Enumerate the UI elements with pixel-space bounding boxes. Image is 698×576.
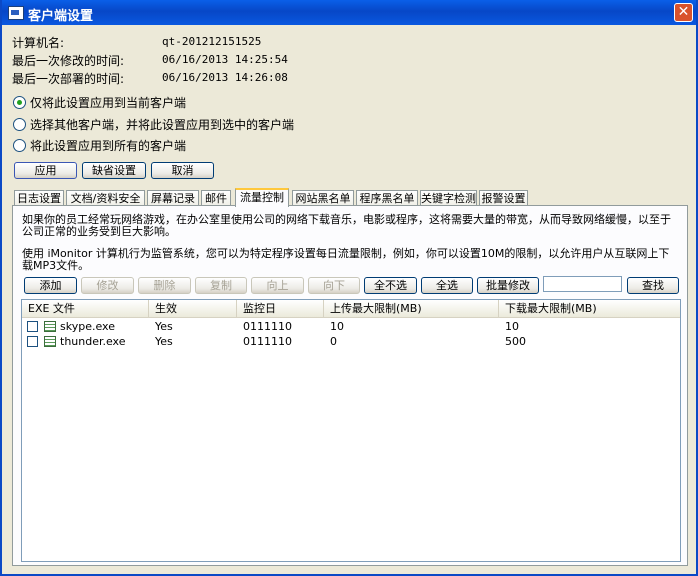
computer-name-label: 计算机名: (12, 36, 65, 50)
tab-alarm-settings[interactable]: 报警设置 (479, 190, 528, 206)
scope-option-label: 将此设置应用到所有的客户端 (30, 139, 187, 153)
radio-selected-icon[interactable] (13, 96, 26, 109)
days-cell: 0111110 (243, 335, 292, 348)
add-button[interactable]: 添加 (24, 277, 77, 294)
exe-cell: skype.exe (60, 320, 115, 333)
batch-edit-button[interactable]: 批量修改 (477, 277, 539, 294)
select-all-button[interactable]: 全选 (421, 277, 473, 294)
tab-log-settings[interactable]: 日志设置 (14, 190, 64, 206)
table-icon (44, 336, 56, 347)
cancel-button[interactable]: 取消 (151, 162, 214, 179)
move-up-button[interactable]: 向上 (251, 277, 304, 294)
download-cell: 500 (505, 335, 526, 348)
client-settings-window: 客户端设置 ✕ 计算机名: qt-201212151525 最后一次修改的时间:… (0, 0, 698, 576)
scope-option-all-clients[interactable]: 将此设置应用到所有的客户端 (13, 137, 186, 154)
default-settings-button[interactable]: 缺省设置 (82, 162, 146, 179)
days-cell: 0111110 (243, 320, 292, 333)
search-input[interactable] (543, 276, 622, 292)
tab-email[interactable]: 邮件 (201, 190, 231, 206)
column-enabled[interactable]: 生效 (149, 300, 237, 317)
row-checkbox[interactable] (27, 321, 38, 332)
tab-program-blacklist[interactable]: 程序黑名单 (356, 190, 418, 206)
table-row[interactable]: skype.exe Yes 0111110 10 10 (22, 319, 680, 334)
scope-option-label: 仅将此设置应用到当前客户端 (30, 96, 187, 110)
table-icon (44, 321, 56, 332)
column-monitor-days[interactable]: 监控日 (237, 300, 324, 317)
table-header: EXE 文件 生效 监控日 上传最大限制(MB) 下载最大限制(MB) (22, 300, 680, 318)
enabled-cell: Yes (155, 335, 173, 348)
radio-icon[interactable] (13, 118, 26, 131)
scope-option-label: 选择其他客户端，并将此设置应用到选中的客户端 (30, 118, 295, 132)
computer-name-row: 计算机名: (12, 34, 64, 51)
row-checkbox[interactable] (27, 336, 38, 347)
move-down-button[interactable]: 向下 (308, 277, 360, 294)
last-modified-value: 06/16/2013 14:25:54 (162, 53, 288, 66)
tab-traffic-control[interactable]: 流量控制 (235, 188, 289, 207)
window-title: 客户端设置 (28, 9, 94, 24)
tab-document-security[interactable]: 文档/资料安全 (66, 190, 145, 206)
upload-cell: 10 (330, 320, 344, 333)
apply-button[interactable]: 应用 (14, 162, 77, 179)
scope-option-selected-clients[interactable]: 选择其他客户端，并将此设置应用到选中的客户端 (13, 116, 294, 133)
computer-name-value: qt-201212151525 (162, 35, 262, 48)
last-deployed-label: 最后一次部署的时间: (12, 72, 125, 86)
column-exe-file[interactable]: EXE 文件 (22, 300, 149, 317)
upload-cell: 0 (330, 335, 337, 348)
deselect-all-button[interactable]: 全不选 (364, 277, 417, 294)
tab-keyword-detection[interactable]: 关键字检测 (420, 190, 477, 206)
traffic-limit-table[interactable]: EXE 文件 生效 监控日 上传最大限制(MB) 下载最大限制(MB) skyp… (21, 299, 681, 562)
radio-icon[interactable] (13, 139, 26, 152)
copy-button[interactable]: 复制 (195, 277, 247, 294)
table-row[interactable]: thunder.exe Yes 0111110 0 500 (22, 334, 680, 349)
column-download-limit[interactable]: 下载最大限制(MB) (499, 300, 680, 317)
last-modified-row: 最后一次修改的时间: (12, 52, 124, 69)
column-upload-limit[interactable]: 上传最大限制(MB) (324, 300, 499, 317)
last-deployed-value: 06/16/2013 14:26:08 (162, 71, 288, 84)
window-app-icon (8, 6, 24, 20)
enabled-cell: Yes (155, 320, 173, 333)
tab-website-blacklist[interactable]: 网站黑名单 (292, 190, 354, 206)
edit-button[interactable]: 修改 (81, 277, 134, 294)
search-button[interactable]: 查找 (627, 277, 679, 294)
title-bar[interactable]: 客户端设置 ✕ (2, 0, 696, 25)
last-modified-label: 最后一次修改的时间: (12, 54, 125, 68)
panel-description-2: 使用 iMonitor 计算机行为监管系统，您可以为特定程序设置每日流量限制，例… (22, 247, 670, 272)
scope-option-current[interactable]: 仅将此设置应用到当前客户端 (13, 94, 186, 111)
panel-description-1: 如果你的员工经常玩网络游戏，在办公室里使用公司的网络下载音乐，电影或程序，这将需… (22, 213, 671, 238)
last-deployed-row: 最后一次部署的时间: (12, 70, 124, 87)
delete-button[interactable]: 删除 (138, 277, 191, 294)
exe-cell: thunder.exe (60, 335, 126, 348)
download-cell: 10 (505, 320, 519, 333)
close-button[interactable]: ✕ (674, 3, 693, 22)
traffic-control-panel: 如果你的员工经常玩网络游戏，在办公室里使用公司的网络下载音乐，电影或程序，这将需… (12, 205, 688, 566)
tab-screen-record[interactable]: 屏幕记录 (147, 190, 199, 206)
